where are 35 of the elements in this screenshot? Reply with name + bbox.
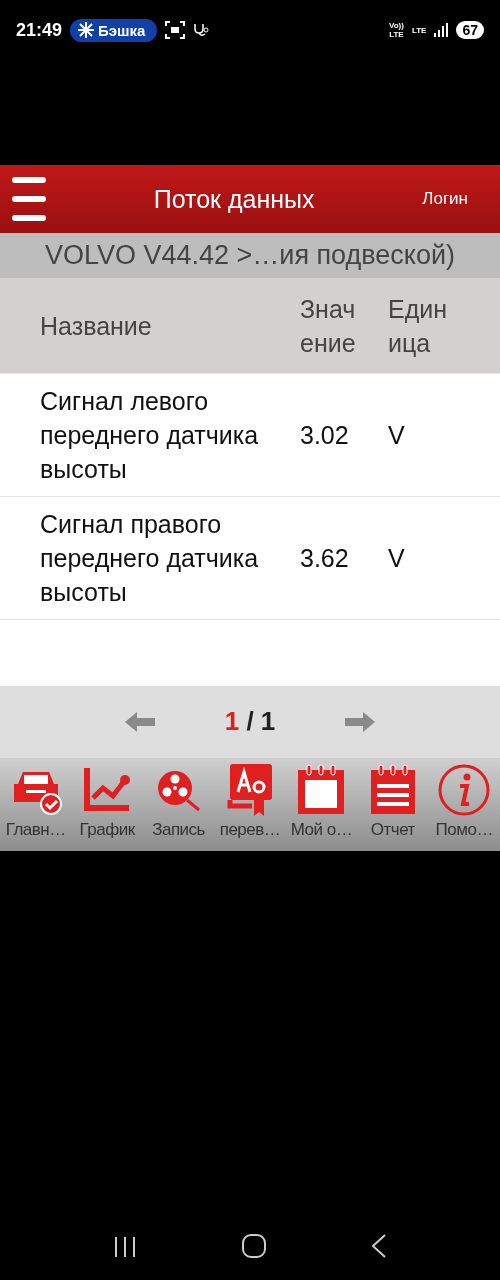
table-cell-text: Сигнал левого переднего датчика высоты	[40, 386, 260, 485]
stethoscope-icon	[193, 22, 210, 38]
page-indicator: 1 / 1	[224, 706, 276, 737]
toolbar-button[interactable]: Помо…	[428, 757, 500, 851]
screen-title: Поток данных	[152, 184, 316, 214]
notification-chip: Бэшка	[70, 18, 158, 42]
signal-icon	[434, 23, 449, 37]
column-header: Название	[40, 310, 153, 342]
toolbar-button[interactable]: График	[71, 757, 143, 851]
clock: 21:49	[16, 19, 63, 41]
left-arrow-icon[interactable]	[124, 711, 155, 732]
recent-apps-icon[interactable]	[112, 1236, 137, 1258]
sparkle-icon	[78, 22, 95, 38]
volte-indicator: Vo)) LTE	[388, 21, 404, 39]
toolbar-button[interactable]: Главн…	[0, 757, 72, 851]
table-cell-text: 3.02	[300, 420, 350, 451]
screenshot-icon	[165, 21, 186, 39]
toolbar-button[interactable]: Отчет	[357, 757, 429, 851]
toolbar-button[interactable]: Запись	[142, 757, 215, 851]
home-icon[interactable]	[242, 1234, 266, 1258]
login-link[interactable]: Логин	[422, 189, 488, 209]
battery-level: 67	[456, 21, 484, 39]
network-type: LTE	[411, 25, 427, 35]
table-cell-text: V	[388, 420, 406, 451]
breadcrumb: VOLVO V44.42 >…ия подвеской)	[0, 233, 500, 278]
back-icon[interactable]	[371, 1234, 388, 1258]
right-arrow-icon[interactable]	[345, 711, 376, 732]
table-cell-text: Сигнал правого переднего датчика высоты	[40, 509, 260, 608]
menu-icon[interactable]	[12, 177, 46, 221]
table-cell-text: 3.62	[300, 543, 350, 574]
table-cell-text: V	[388, 543, 406, 574]
column-header: Единица	[388, 293, 449, 359]
toolbar-button[interactable]: Мой о…	[285, 757, 358, 851]
column-header: Значение	[300, 293, 357, 359]
toolbar-button[interactable]: перев…	[214, 757, 286, 851]
